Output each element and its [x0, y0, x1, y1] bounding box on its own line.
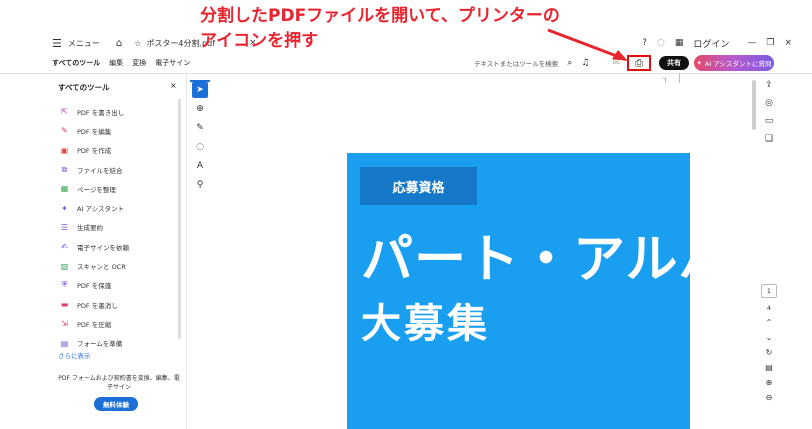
annotation-caption: 分割したPDFファイルを開いて、プリンターの アイコンを押す: [200, 4, 630, 54]
annotation-line-2: アイコンを押す: [200, 31, 319, 51]
annotation-line-1: 分割したPDFファイルを開いて、プリンターの: [200, 6, 560, 26]
annotation-arrow: [547, 28, 628, 61]
